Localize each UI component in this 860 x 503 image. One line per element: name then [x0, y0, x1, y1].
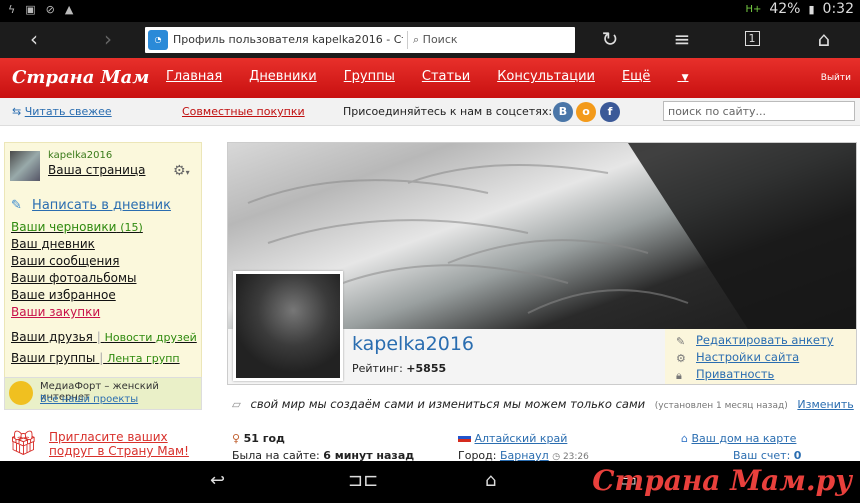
profile-rating: Рейтинг: +5855: [352, 362, 447, 375]
browser-search-input[interactable]: ⌕ Поиск: [413, 33, 458, 47]
logout-link[interactable]: Выйти: [821, 73, 851, 83]
nav-diaries[interactable]: Дневники: [249, 69, 317, 84]
tabs-button[interactable]: 1: [740, 28, 764, 52]
back-nav-icon[interactable]: ↩: [210, 470, 225, 491]
russia-flag-icon: [458, 433, 471, 442]
drafts-link[interactable]: Ваши черновики (15): [11, 220, 143, 234]
avatar[interactable]: [10, 151, 40, 181]
nav-consultations[interactable]: Консультации: [497, 69, 595, 84]
person-icon: ♀: [232, 432, 241, 445]
page-title: Профиль пользователя kapelka2016 - Ст: [173, 33, 403, 46]
profile-details-left: ♀ 51 год Была на сайте: 6 минут назад: [232, 432, 415, 462]
profile-details-right: ⌂ Ваш дом на карте Ваш счет: 0: [681, 432, 802, 462]
reload-icon[interactable]: ↻: [598, 28, 622, 52]
change-status-link[interactable]: Изменить: [797, 398, 853, 411]
watermark: Страна Мам.ру: [592, 464, 852, 497]
facebook-icon[interactable]: f: [600, 102, 620, 122]
social-label: Присоединяйтесь к нам в соцсетях:: [343, 105, 553, 118]
battery-level: 42%: [769, 1, 801, 17]
user-sidebar: kapelka2016 Ваша страница ⚙▾ ✎ Написать …: [4, 142, 202, 410]
site-settings-link[interactable]: ⚙ Настройки сайта: [665, 350, 856, 367]
signal-icon: H+: [745, 3, 762, 15]
sidebar-item-diary[interactable]: Ваш дневник: [11, 237, 95, 251]
android-nav-bar: ↩ ⊐⊏ ⌂ ▭ Страна Мам.ру: [0, 461, 860, 503]
odnoklassniki-icon[interactable]: о: [576, 102, 596, 122]
home-icon[interactable]: ⌂: [812, 28, 836, 52]
main-nav: Главная Дневники Группы Статьи Консульта…: [166, 69, 743, 84]
sub-toolbar: ⇆ Читать свежее Совместные покупки Присо…: [0, 98, 860, 126]
sidebar-item-groups[interactable]: Ваши группы | Лента групп: [11, 351, 180, 365]
region-link[interactable]: Алтайский край: [475, 432, 568, 445]
read-fresh-link[interactable]: ⇆ Читать свежее: [12, 105, 112, 118]
my-page-link[interactable]: Ваша страница: [48, 163, 145, 177]
privacy-link[interactable]: 🔒︎ Приватность: [665, 367, 856, 384]
browser-toolbar: ‹ › ◔ Профиль пользователя kapelka2016 -…: [0, 22, 860, 58]
home-nav-icon[interactable]: ⌂: [485, 470, 496, 491]
write-diary-link[interactable]: ✎ Написать в дневник: [11, 198, 171, 213]
profile-actions: ✎ Редактировать анкету ⚙ Настройки сайта 🔒…: [665, 329, 856, 384]
user-status: ▱ свой мир мы создаём сами и измениться …: [232, 397, 854, 411]
gear-icon: ⚙: [676, 352, 686, 365]
dropdown-arrow-icon: ▼: [681, 73, 689, 83]
joint-purchases-link[interactable]: Совместные покупки: [182, 105, 305, 118]
usb-icon: ϟ: [8, 3, 16, 16]
profile-username[interactable]: kapelka2016: [352, 333, 474, 355]
all-projects-link[interactable]: Все наши проекты: [40, 394, 138, 405]
edit-icon: ✎: [676, 335, 686, 348]
pencil-icon: ✎: [11, 198, 22, 213]
nav-articles[interactable]: Статьи: [422, 69, 470, 84]
address-bar[interactable]: ◔ Профиль пользователя kapelka2016 - Ст …: [145, 27, 575, 53]
sidebar-item-purchases[interactable]: Ваши закупки: [11, 305, 100, 319]
no-signal-icon: ⊘: [45, 3, 55, 16]
gift-icon: 🎁︎: [8, 429, 39, 457]
site-search-input[interactable]: поиск по сайту...: [663, 101, 855, 121]
profile-details-location: Алтайский край Город: Барнаул ◷ 23:26: [458, 432, 589, 462]
refresh-icon: ⇆: [12, 105, 25, 118]
clock: 0:32: [822, 1, 854, 17]
site-favicon-icon: ◔: [148, 30, 168, 50]
profile-avatar[interactable]: [233, 271, 343, 381]
profile-banner: kapelka2016 Рейтинг: +5855 ✎ Редактироват…: [227, 142, 857, 385]
battery-icon: ▮: [808, 2, 815, 16]
lock-icon: 🔒︎: [676, 369, 682, 382]
sidebar-item-friends[interactable]: Ваши друзья | Новости друзей: [11, 330, 197, 344]
home-map-link[interactable]: Ваш дом на карте: [691, 432, 796, 445]
nav-home[interactable]: Главная: [166, 69, 222, 84]
system-status-bar: ϟ ▣ ⊘ ▲ H+ 42% ▮ 0:32: [0, 0, 860, 22]
gear-icon[interactable]: ⚙▾: [173, 163, 190, 179]
sidebar-item-albums[interactable]: Ваши фотоальбомы: [11, 271, 136, 285]
site-header: Страна Мам Главная Дневники Группы Стать…: [0, 58, 860, 98]
search-icon: ⌕: [413, 33, 423, 46]
forward-icon[interactable]: ›: [96, 28, 120, 52]
back-icon[interactable]: ‹: [22, 28, 46, 52]
house-icon: ⌂: [681, 432, 688, 445]
nav-groups[interactable]: Группы: [344, 69, 395, 84]
edit-profile-link[interactable]: ✎ Редактировать анкету: [665, 333, 856, 350]
image-icon: ▣: [25, 3, 36, 16]
sidebar-item-messages[interactable]: Ваши сообщения: [11, 254, 119, 268]
sidebar-username[interactable]: kapelka2016: [48, 150, 112, 161]
nav-more[interactable]: Ещё ▼: [622, 69, 716, 84]
mediafort-logo-icon: [9, 381, 33, 405]
warning-icon: ▲: [64, 3, 74, 16]
menu-icon[interactable]: ≡: [670, 28, 694, 52]
site-logo[interactable]: Страна Мам: [12, 67, 149, 88]
home-nav-icon[interactable]: ⊐⊏: [348, 470, 378, 491]
vk-icon[interactable]: B: [553, 102, 573, 122]
mediafort-block: МедиаФорт – женский интернет Все наши пр…: [4, 377, 202, 410]
sidebar-item-favorites[interactable]: Ваше избранное: [11, 288, 116, 302]
speech-bubble-icon: ▱: [232, 397, 241, 411]
